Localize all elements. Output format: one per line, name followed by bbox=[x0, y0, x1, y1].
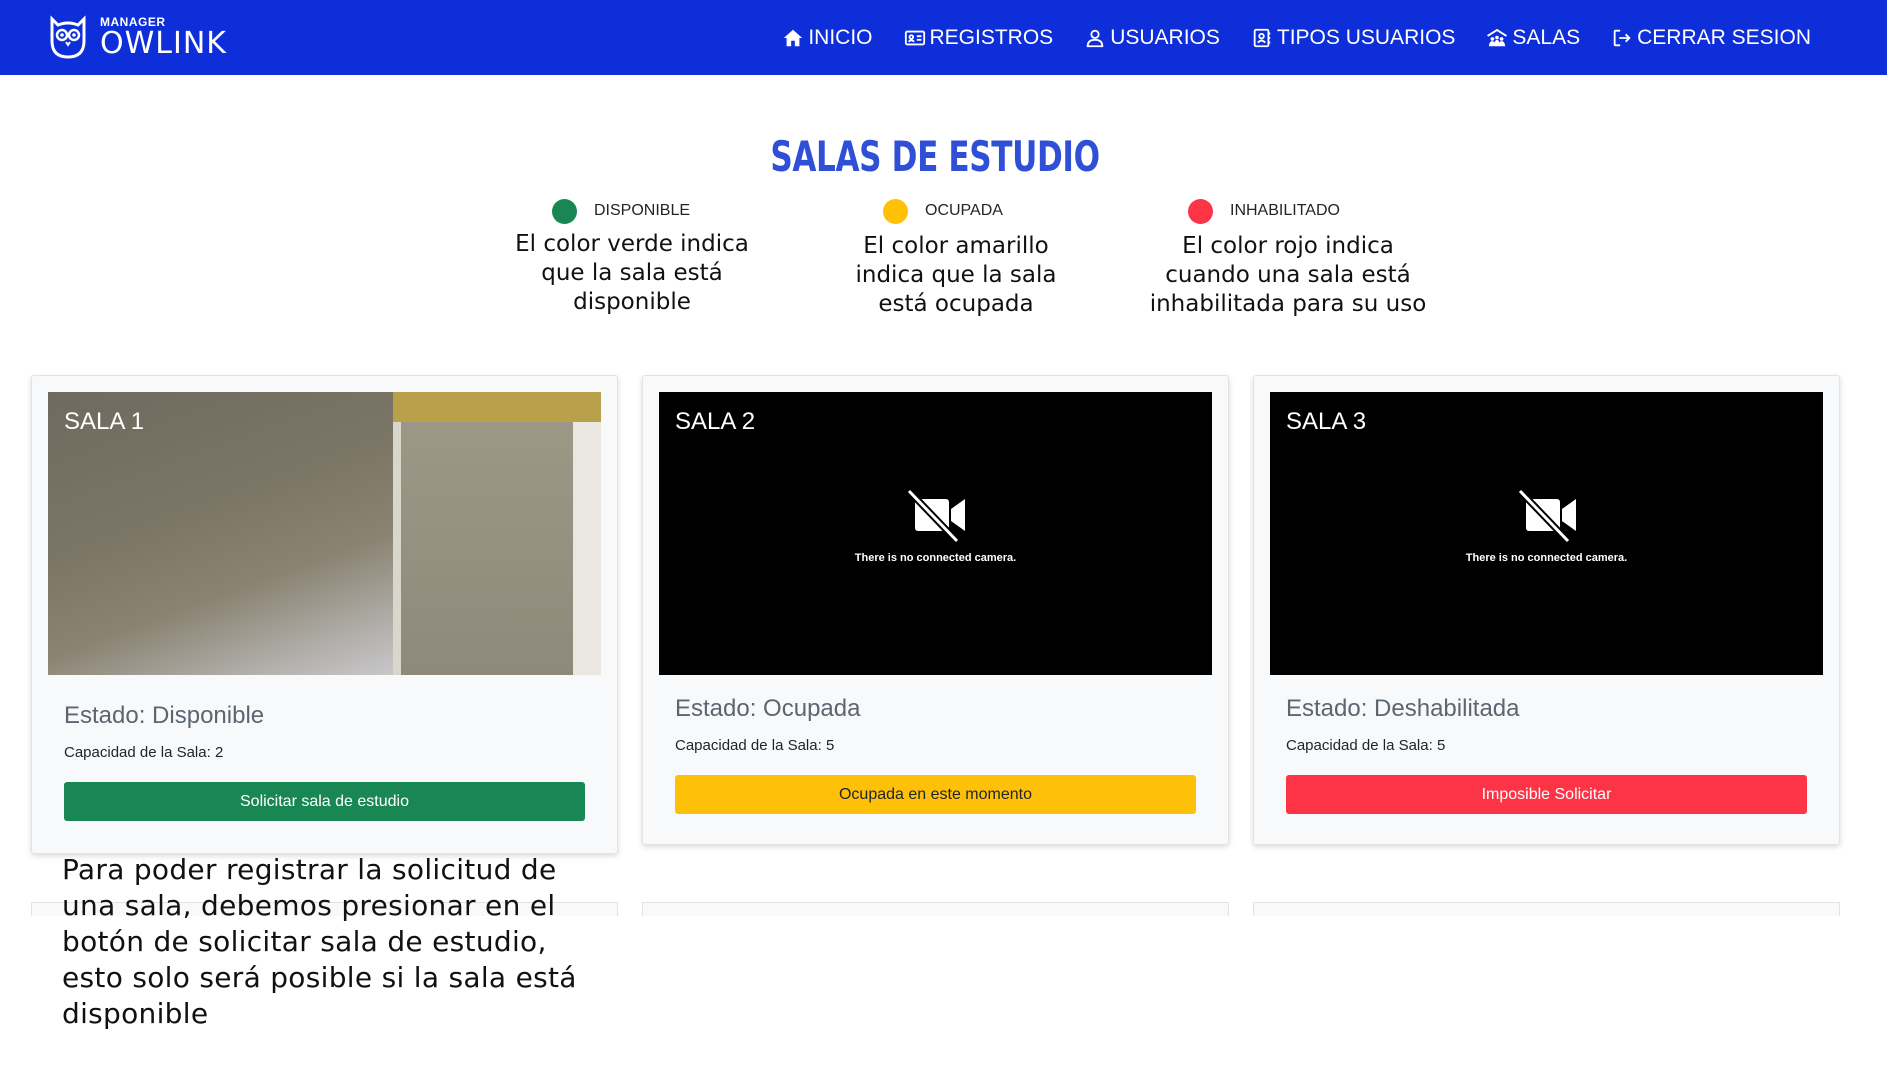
nav-tipos-usuarios-label: TIPOS USUARIOS bbox=[1276, 25, 1456, 49]
page-title: SALAS DE ESTUDIO bbox=[770, 132, 1100, 181]
request-room-button[interactable]: Solicitar sala de estudio bbox=[64, 782, 585, 821]
home-icon bbox=[784, 29, 803, 46]
room-card-sala-3: SALA 3 There is no connected camera. Est… bbox=[1253, 375, 1840, 845]
address-book-icon bbox=[1253, 28, 1271, 47]
legend-label-ocupada: OCUPADA bbox=[925, 202, 1003, 219]
room-card-partial bbox=[642, 902, 1229, 916]
legend-label-disponible: DISPONIBLE bbox=[594, 202, 691, 219]
nav-registros-label: REGISTROS bbox=[929, 25, 1054, 49]
nav-salas-label: SALAS bbox=[1512, 25, 1581, 49]
camera-feed: SALA 2 There is no connected camera. bbox=[659, 392, 1212, 675]
nav-usuarios[interactable]: USUARIOS bbox=[1084, 26, 1220, 50]
nav-salas[interactable]: SALAS bbox=[1486, 26, 1580, 50]
nav-menu: INICIO REGISTROS USUARIOS TIPOS USUARIOS… bbox=[782, 0, 1811, 75]
occupied-button[interactable]: Ocupada en este momento bbox=[675, 775, 1196, 814]
no-camera-placeholder: There is no connected camera. bbox=[1270, 487, 1823, 564]
room-name: SALA 2 bbox=[675, 408, 756, 435]
room-name: SALA 1 bbox=[64, 408, 145, 435]
id-card-icon bbox=[904, 30, 925, 45]
nav-registros[interactable]: REGISTROS bbox=[904, 25, 1054, 50]
legend-note-disponible: El color verde indica que la sala está d… bbox=[515, 231, 749, 315]
unavailable-button[interactable]: Imposible Solicitar bbox=[1286, 775, 1807, 814]
room-card-partial bbox=[1253, 902, 1840, 916]
logout-icon bbox=[1613, 29, 1631, 46]
nav-usuarios-label: USUARIOS bbox=[1110, 25, 1220, 49]
room-name: SALA 3 bbox=[1286, 408, 1367, 435]
legend-label-inhabilitado: INHABILITADO bbox=[1230, 202, 1340, 219]
people-roof-icon bbox=[1487, 28, 1508, 46]
camera-feed: SALA 3 There is no connected camera. bbox=[1270, 392, 1823, 675]
video-slash-icon bbox=[1516, 488, 1576, 544]
camera-feed: SALA 1 bbox=[48, 392, 601, 675]
legend-dot-ocupada bbox=[883, 199, 908, 224]
no-camera-text: There is no connected camera. bbox=[1465, 552, 1628, 564]
instruction-note: Para poder registrar la solicitud de una… bbox=[62, 853, 577, 1030]
nav-tipos-usuarios[interactable]: TIPOS USUARIOS bbox=[1251, 25, 1456, 50]
no-camera-text: There is no connected camera. bbox=[854, 552, 1017, 564]
nav-cerrar-sesion[interactable]: CERRAR SESION bbox=[1611, 26, 1811, 50]
video-slash-icon bbox=[905, 488, 965, 544]
room-status: Estado: Deshabilitada bbox=[1286, 695, 1520, 722]
room-capacity: Capacidad de la Sala: 5 bbox=[675, 737, 835, 754]
room-capacity: Capacidad de la Sala: 5 bbox=[1286, 737, 1446, 754]
room-status: Estado: Ocupada bbox=[675, 695, 861, 722]
nav-inicio-label: INICIO bbox=[808, 25, 873, 49]
nav-cerrar-sesion-label: CERRAR SESION bbox=[1637, 25, 1811, 49]
room-card-sala-1: SALA 1 Estado: Disponible Capacidad de l… bbox=[31, 375, 618, 854]
legend-dot-inhabilitado bbox=[1188, 199, 1213, 224]
room-card-sala-2: SALA 2 There is no connected camera. Est… bbox=[642, 375, 1229, 845]
brand[interactable]: MANAGER OWLINK bbox=[48, 12, 227, 62]
legend-dot-disponible bbox=[552, 199, 577, 224]
brand-title: OWLINK bbox=[100, 25, 227, 61]
nav-inicio[interactable]: INICIO bbox=[782, 25, 873, 50]
legend-note-ocupada: El color amarillo indica que la sala est… bbox=[855, 233, 1057, 317]
room-status: Estado: Disponible bbox=[64, 702, 265, 729]
navbar: MANAGER OWLINK INICIO REGISTROS USUARIOS… bbox=[0, 0, 1887, 75]
room-capacity: Capacidad de la Sala: 2 bbox=[64, 744, 224, 761]
legend-note-inhabilitado: El color rojo indica cuando una sala est… bbox=[1149, 233, 1427, 317]
owl-logo-icon bbox=[50, 15, 86, 59]
no-camera-placeholder: There is no connected camera. bbox=[659, 487, 1212, 564]
user-icon bbox=[1086, 29, 1104, 47]
